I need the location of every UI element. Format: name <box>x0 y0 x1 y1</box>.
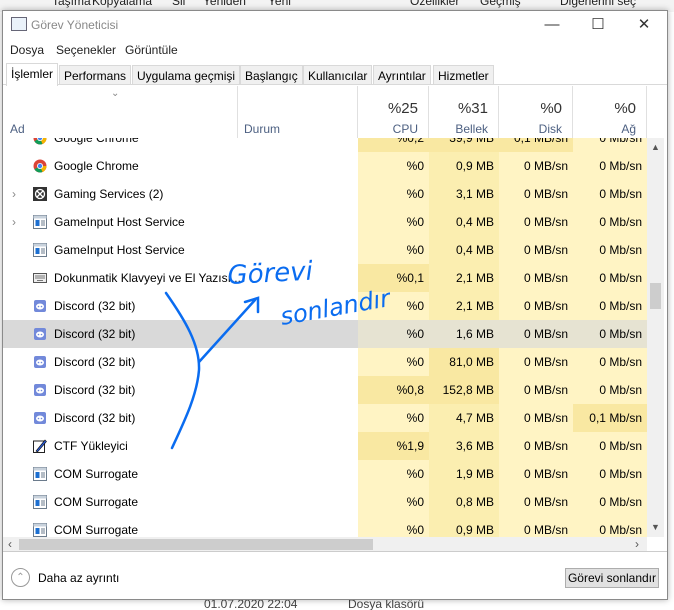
annotation-line <box>164 291 201 450</box>
annotation-text-line1: Görevi <box>227 257 315 291</box>
annotation-arrow-icon <box>197 296 260 364</box>
annotation-text-line2: sonlandır <box>278 284 394 331</box>
handwritten-annotation: Görevi sonlandır <box>164 257 394 450</box>
